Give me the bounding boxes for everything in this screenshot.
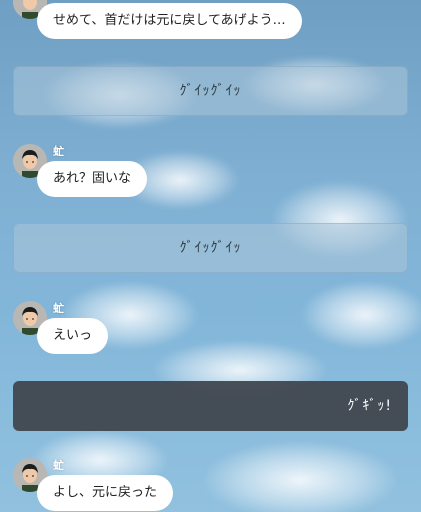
message-bubble: えいっ: [37, 318, 109, 354]
chat-log[interactable]: せめて、首だけは元に戻してあげよう… ｸﾞｲｯｸﾞｲｯ 虻 あれ？固いな ｸﾞｲ…: [0, 0, 421, 512]
message-bubble: よし、元に戻った: [37, 475, 174, 511]
sender-name: 虻: [53, 459, 64, 472]
message-bubble: あれ？固いな: [37, 161, 148, 197]
sender-name: 虻: [53, 145, 64, 158]
message-bubble: せめて、首だけは元に戻してあげよう…: [37, 3, 302, 39]
sender-name: 虻: [53, 302, 64, 315]
sound-effect-panel: ｸﾞｷﾞｯ!: [13, 381, 408, 431]
chat-screen: せめて、首だけは元に戻してあげよう… ｸﾞｲｯｸﾞｲｯ 虻 あれ？固いな ｸﾞｲ…: [0, 0, 421, 512]
sound-effect-panel: ｸﾞｲｯｸﾞｲｯ: [13, 223, 408, 273]
sound-effect-panel: ｸﾞｲｯｸﾞｲｯ: [13, 66, 408, 116]
